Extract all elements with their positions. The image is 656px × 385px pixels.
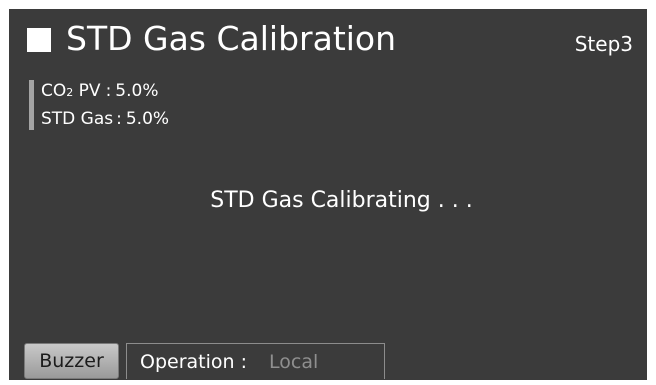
std-gas-value: 5.0% (125, 109, 170, 129)
co2-pv-readout: CO2 PV:5.0% (41, 80, 159, 104)
co2-pv-separator: : (105, 81, 112, 101)
buzzer-button[interactable]: Buzzer (24, 343, 119, 379)
calibration-screen: STD Gas Calibration Step3 CO2 PV:5.0% ST… (9, 9, 647, 380)
co2-pv-label: CO2 PV (41, 81, 101, 101)
step-indicator: Step3 (574, 32, 633, 56)
std-gas-label: STD Gas (41, 109, 114, 129)
std-gas-separator: : (116, 109, 122, 129)
operation-value: Local (269, 351, 319, 373)
page-title: STD Gas Calibration (66, 19, 397, 58)
title-square-icon (27, 28, 51, 52)
status-message: STD Gas Calibrating . . . (210, 188, 473, 213)
operation-mode-field: Operation : Local (126, 343, 385, 379)
readout-bar-icon (29, 80, 34, 130)
operation-label: Operation : (140, 351, 247, 373)
std-gas-readout: STD Gas:5.0% (41, 108, 169, 130)
co2-pv-value: 5.0% (115, 81, 159, 101)
